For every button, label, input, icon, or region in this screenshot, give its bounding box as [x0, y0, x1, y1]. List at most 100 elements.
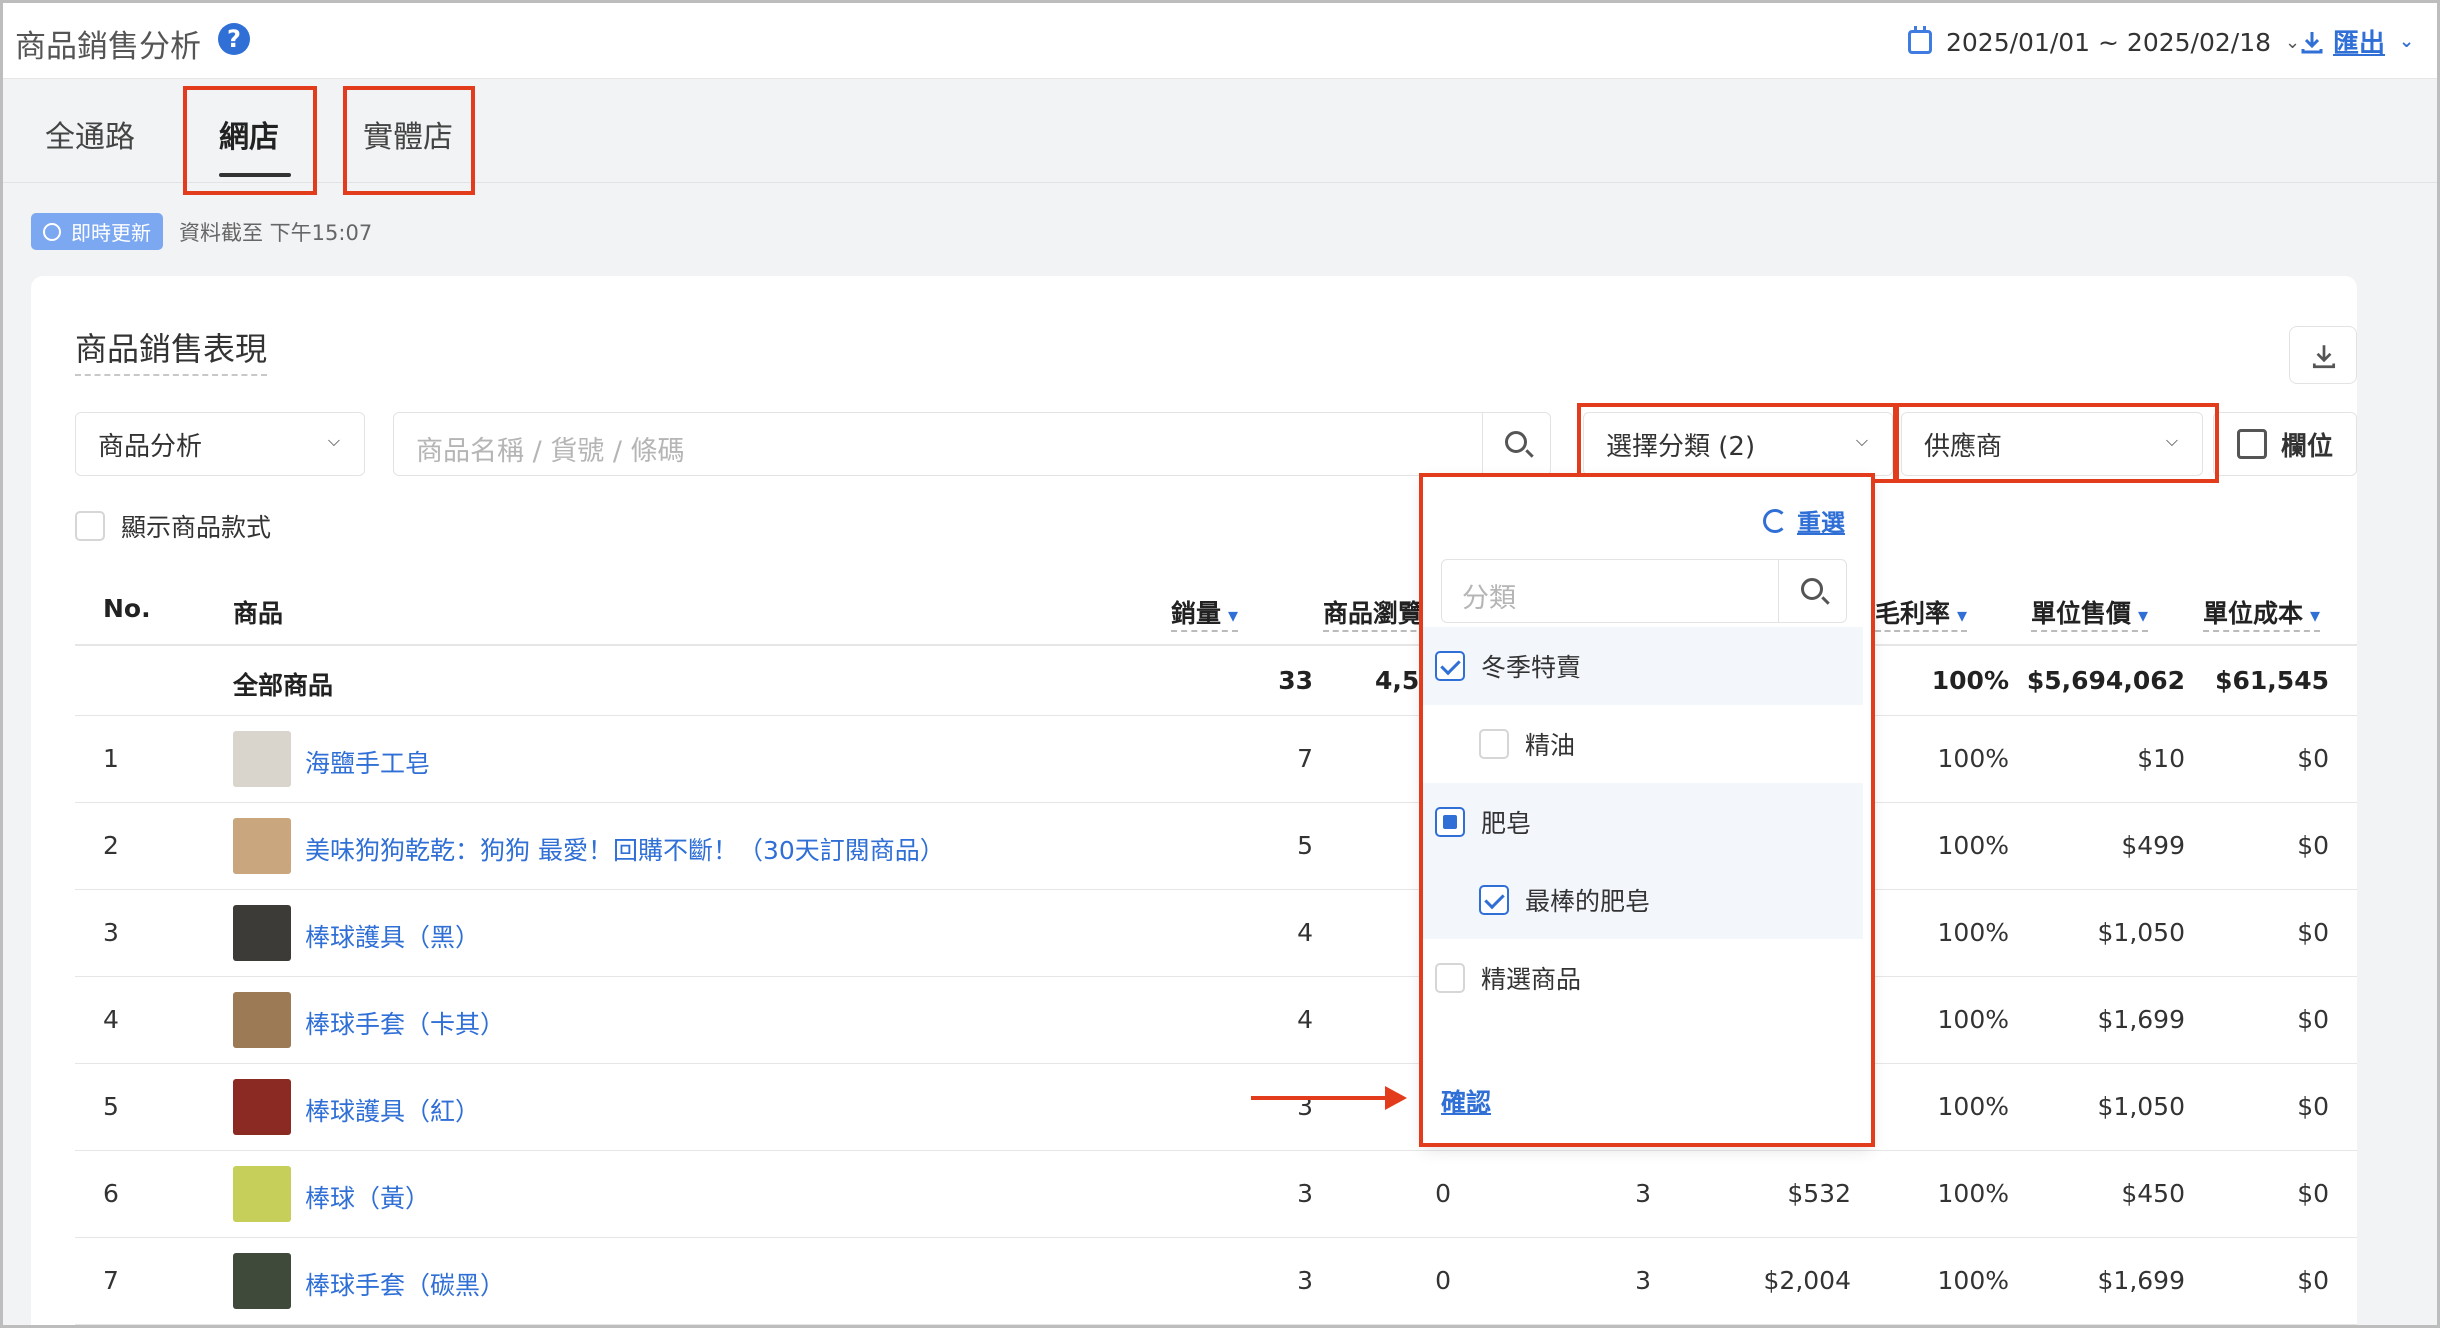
product-thumbnail[interactable] [233, 905, 291, 961]
product-thumbnail[interactable] [233, 1253, 291, 1309]
product-link[interactable]: 美味狗狗乾乾：狗狗 最愛！回購不斷！（30天訂閱商品） [305, 831, 945, 867]
export-button[interactable]: 匯出 ⌄ [2299, 23, 2414, 60]
table-row: 4 4 100% $1,699 $0 棒球手套（卡其） [75, 977, 2357, 1064]
row-qty: 3 [1297, 1266, 1313, 1295]
row-views: 0 [1435, 1179, 1451, 1208]
product-link[interactable]: 棒球護具（黑） [305, 918, 480, 954]
help-icon[interactable]: ? [218, 23, 250, 55]
product-search[interactable]: 商品名稱 / 貨號 / 條碼 [393, 412, 1551, 476]
annotation-box-category [1577, 403, 1899, 483]
search-icon [1505, 431, 1527, 453]
row-unit-cost: $0 [2297, 1266, 2329, 1295]
row-no: 2 [103, 831, 119, 860]
row-unit-cost: $0 [2297, 831, 2329, 860]
row-col4: $532 [1787, 1179, 1851, 1208]
columns-button[interactable]: 欄位 [2213, 412, 2357, 476]
row-unit-price: $450 [2121, 1179, 2185, 1208]
row-views: 0 [1435, 1266, 1451, 1295]
export-label: 匯出 [2333, 29, 2386, 59]
row-col3: 3 [1635, 1179, 1651, 1208]
row-unit-price: $499 [2121, 831, 2185, 860]
download-icon [2301, 31, 2323, 53]
table-row: 2 5 100% $499 $0 美味狗狗乾乾：狗狗 最愛！回購不斷！（30天訂閱商品） [75, 803, 2357, 890]
row-margin: 100% [1937, 831, 2009, 860]
product-thumbnail[interactable] [233, 731, 291, 787]
product-link[interactable]: 棒球手套（碳黑） [305, 1266, 505, 1302]
annotation-box-physical-tab [343, 86, 475, 195]
row-unit-price: $1,699 [2097, 1266, 2185, 1295]
calendar-icon [1908, 26, 1932, 54]
live-update-badge: 即時更新 [31, 213, 163, 250]
product-link[interactable]: 棒球（黃） [305, 1179, 430, 1215]
col-unit-price[interactable]: 單位售價 [2031, 594, 2149, 632]
row-qty: 3 [1297, 1179, 1313, 1208]
row-unit-cost: $0 [2297, 1179, 2329, 1208]
product-thumbnail[interactable] [233, 992, 291, 1048]
total-margin: 100% [1931, 666, 2009, 695]
total-label: 全部商品 [233, 671, 334, 700]
tab-all-channels[interactable]: 全通路 [45, 112, 135, 156]
row-no: 5 [103, 1092, 119, 1121]
table-row: 1 7 100% $10 $0 海鹽手工皂 [75, 716, 2357, 803]
columns-settings-icon [2236, 429, 2267, 459]
data-timestamp: 資料截至 下午15:07 [179, 220, 373, 245]
search-input[interactable]: 商品名稱 / 貨號 / 條碼 [416, 429, 685, 468]
analysis-type-select[interactable]: 商品分析 ⌵ [75, 412, 365, 476]
row-unit-price: $1,050 [2097, 918, 2185, 947]
row-qty: 4 [1297, 1005, 1313, 1034]
total-qty: 33 [1278, 666, 1313, 695]
table-row: 5 3 100% $1,050 $0 棒球護具（紅） [75, 1064, 2357, 1151]
row-no: 4 [103, 1005, 119, 1034]
table-row: 6 3 0 3 $532 100% $450 $0 棒球（黃） [75, 1151, 2357, 1238]
chevron-down-icon: ⌄ [2399, 31, 2415, 52]
app-window: 商品銷售分析 ? 2025/01/01 ~ 2025/02/18 ⌄ 匯出 ⌄ … [0, 0, 2440, 1328]
annotation-box-supplier [1893, 403, 2219, 483]
show-variants-toggle[interactable]: 顯示商品款式 [75, 508, 271, 544]
columns-label: 欄位 [2280, 431, 2333, 462]
product-link[interactable]: 海鹽手工皂 [305, 744, 430, 780]
col-margin[interactable]: 毛利率 [1875, 594, 1968, 632]
row-qty: 5 [1297, 831, 1313, 860]
total-unit-cost: $61,545 [2215, 666, 2329, 695]
row-margin: 100% [1937, 1005, 2009, 1034]
row-margin: 100% [1937, 918, 2009, 947]
annotation-box-dropdown [1419, 473, 1875, 1147]
row-col3: 3 [1635, 1266, 1651, 1295]
annotation-arrow [1251, 1086, 1407, 1110]
col-product: 商品 [233, 599, 284, 628]
product-thumbnail[interactable] [233, 818, 291, 874]
annotation-box-online-tab [183, 86, 317, 195]
search-button[interactable] [1482, 413, 1550, 475]
row-margin: 100% [1937, 1092, 2009, 1121]
product-link[interactable]: 棒球手套（卡其） [305, 1005, 505, 1041]
download-icon [2312, 345, 2336, 369]
product-thumbnail[interactable] [233, 1166, 291, 1222]
badge-label: 即時更新 [71, 221, 151, 245]
row-no: 1 [103, 744, 119, 773]
date-range-picker[interactable]: 2025/01/01 ~ 2025/02/18 ⌄ [1908, 25, 2300, 59]
status-row: 即時更新 資料截至 下午15:07 [31, 213, 372, 250]
row-unit-cost: $0 [2297, 1092, 2329, 1121]
sales-performance-card: 商品銷售表現 商品分析 ⌵ 商品名稱 / 貨號 / 條碼 選擇分類 (2) ⌵ … [31, 276, 2357, 1325]
col-unit-cost[interactable]: 單位成本 [2203, 594, 2321, 632]
row-unit-cost: $0 [2297, 744, 2329, 773]
total-unit-price: $5,694,062 [2026, 666, 2185, 695]
analysis-type-value: 商品分析 [98, 431, 203, 462]
show-variants-checkbox[interactable] [75, 511, 105, 541]
total-row: 全部商品 33 4,5 100% $5,694,062 $61,545 [75, 646, 2357, 716]
row-no: 6 [103, 1179, 119, 1208]
table-header: No. 商品 銷量 商品瀏覽量 毛利率 單位售價 單位成本 [75, 576, 2357, 646]
product-thumbnail[interactable] [233, 1079, 291, 1135]
table-row: 3 4 100% $1,050 $0 棒球護具（黑） [75, 890, 2357, 977]
chevron-down-icon: ⌵ [327, 431, 340, 450]
row-col4: $2,004 [1763, 1266, 1851, 1295]
row-unit-cost: $0 [2297, 918, 2329, 947]
chevron-down-icon: ⌄ [2285, 31, 2301, 53]
product-link[interactable]: 棒球護具（紅） [305, 1092, 480, 1128]
download-report-button[interactable] [2289, 326, 2357, 384]
col-no: No. [103, 594, 151, 623]
date-range-value: 2025/01/01 ~ 2025/02/18 [1946, 27, 2272, 57]
col-qty[interactable]: 銷量 [1171, 594, 1239, 632]
show-variants-label: 顯示商品款式 [121, 513, 272, 542]
row-qty: 7 [1297, 744, 1313, 773]
